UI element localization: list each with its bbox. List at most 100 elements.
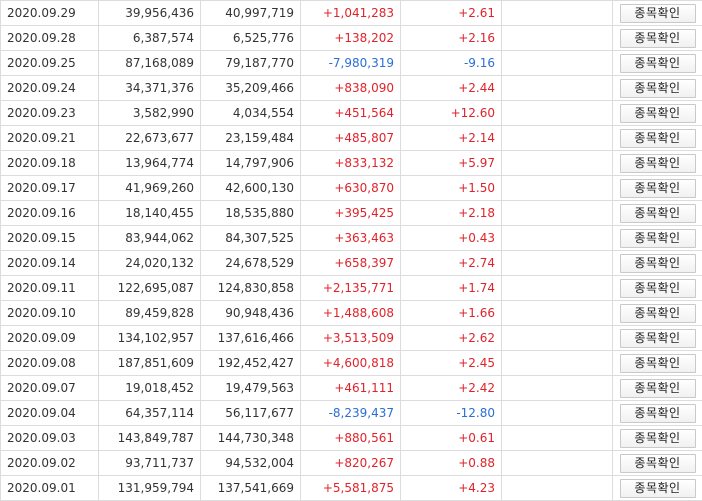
check-stock-button[interactable]: 종목확인 xyxy=(619,228,696,248)
change-cell: +363,463 xyxy=(300,225,401,251)
check-stock-button[interactable]: 종목확인 xyxy=(619,78,696,98)
check-stock-button[interactable]: 종목확인 xyxy=(619,403,696,423)
table-row: 2020.09.10 89,459,828 90,948,436 +1,488,608… xyxy=(0,300,702,326)
table-row: 2020.09.08 187,851,609 192,452,427 +4,600,8… xyxy=(0,350,702,376)
check-stock-button[interactable]: 종목확인 xyxy=(619,378,696,398)
check-stock-button[interactable]: 종목확인 xyxy=(619,328,696,348)
value2-cell: 90,948,436 xyxy=(200,300,301,326)
date-cell: 2020.09.15 xyxy=(0,225,99,251)
rate-cell: +2.74 xyxy=(400,250,502,276)
check-stock-button[interactable]: 종목확인 xyxy=(619,103,696,123)
value2-cell: 137,616,466 xyxy=(200,325,301,351)
value1-cell: 64,357,114 xyxy=(98,400,201,426)
table-row: 2020.09.03 143,849,787 144,730,348 +880,561… xyxy=(0,425,702,451)
value1-cell: 18,140,455 xyxy=(98,200,201,226)
table-row: 2020.09.14 24,020,132 24,678,529 +658,397 +2… xyxy=(0,250,702,276)
action-cell: 종목확인 xyxy=(612,425,702,451)
table-row: 2020.09.09 134,102,957 137,616,466 +3,513,5… xyxy=(0,325,702,351)
rate-cell: +4.23 xyxy=(400,475,502,501)
action-cell: 종목확인 xyxy=(612,300,702,326)
value1-cell: 41,969,260 xyxy=(98,175,201,201)
date-cell: 2020.09.21 xyxy=(0,125,99,151)
empty-cell xyxy=(501,25,613,51)
value1-cell: 39,956,436 xyxy=(98,0,201,26)
change-cell: +2,135,771 xyxy=(300,275,401,301)
value1-cell: 89,459,828 xyxy=(98,300,201,326)
empty-cell xyxy=(501,400,613,426)
rate-cell: -9.16 xyxy=(400,50,502,76)
value1-cell: 83,944,062 xyxy=(98,225,201,251)
rate-cell: +5.97 xyxy=(400,150,502,176)
action-cell: 종목확인 xyxy=(612,25,702,51)
value2-cell: 24,678,529 xyxy=(200,250,301,276)
date-cell: 2020.09.10 xyxy=(0,300,99,326)
check-stock-button[interactable]: 종목확인 xyxy=(619,453,696,473)
check-stock-button[interactable]: 종목확인 xyxy=(619,303,696,323)
check-stock-button[interactable]: 종목확인 xyxy=(619,203,696,223)
value1-cell: 134,102,957 xyxy=(98,325,201,351)
check-stock-button[interactable]: 종목확인 xyxy=(619,28,696,48)
action-cell: 종목확인 xyxy=(612,475,702,501)
date-cell: 2020.09.02 xyxy=(0,450,99,476)
table-row: 2020.09.17 41,969,260 42,600,130 +630,870 +1… xyxy=(0,175,702,201)
value1-cell: 13,964,774 xyxy=(98,150,201,176)
value1-cell: 19,018,452 xyxy=(98,375,201,401)
action-cell: 종목확인 xyxy=(612,400,702,426)
empty-cell xyxy=(501,200,613,226)
change-cell: +838,090 xyxy=(300,75,401,101)
value1-cell: 87,168,089 xyxy=(98,50,201,76)
empty-cell xyxy=(501,150,613,176)
value2-cell: 6,525,776 xyxy=(200,25,301,51)
check-stock-button[interactable]: 종목확인 xyxy=(619,253,696,273)
empty-cell xyxy=(501,225,613,251)
check-stock-button[interactable]: 종목확인 xyxy=(619,153,696,173)
date-cell: 2020.09.18 xyxy=(0,150,99,176)
value2-cell: 144,730,348 xyxy=(200,425,301,451)
change-cell: +461,111 xyxy=(300,375,401,401)
change-cell: +4,600,818 xyxy=(300,350,401,376)
check-stock-button[interactable]: 종목확인 xyxy=(619,53,696,73)
check-stock-button[interactable]: 종목확인 xyxy=(619,353,696,373)
value1-cell: 6,387,574 xyxy=(98,25,201,51)
value1-cell: 22,673,677 xyxy=(98,125,201,151)
action-cell: 종목확인 xyxy=(612,275,702,301)
date-cell: 2020.09.23 xyxy=(0,100,99,126)
change-cell: -8,239,437 xyxy=(300,400,401,426)
value2-cell: 192,452,427 xyxy=(200,350,301,376)
empty-cell xyxy=(501,375,613,401)
value1-cell: 93,711,737 xyxy=(98,450,201,476)
value2-cell: 79,187,770 xyxy=(200,50,301,76)
empty-cell xyxy=(501,175,613,201)
empty-cell xyxy=(501,300,613,326)
empty-cell xyxy=(501,100,613,126)
value2-cell: 137,541,669 xyxy=(200,475,301,501)
check-stock-button[interactable]: 종목확인 xyxy=(619,3,696,23)
date-cell: 2020.09.16 xyxy=(0,200,99,226)
date-cell: 2020.09.28 xyxy=(0,25,99,51)
table-body: 2020.09.29 39,956,436 40,997,719 +1,041,283… xyxy=(0,0,702,501)
action-cell: 종목확인 xyxy=(612,375,702,401)
date-cell: 2020.09.29 xyxy=(0,0,99,26)
date-cell: 2020.09.03 xyxy=(0,425,99,451)
rate-cell: +0.43 xyxy=(400,225,502,251)
table-row: 2020.09.25 87,168,089 79,187,770 -7,980,319… xyxy=(0,50,702,76)
value2-cell: 14,797,906 xyxy=(200,150,301,176)
change-cell: +138,202 xyxy=(300,25,401,51)
value1-cell: 143,849,787 xyxy=(98,425,201,451)
table-row: 2020.09.29 39,956,436 40,997,719 +1,041,283… xyxy=(0,0,702,26)
action-cell: 종목확인 xyxy=(612,350,702,376)
date-cell: 2020.09.09 xyxy=(0,325,99,351)
check-stock-button[interactable]: 종목확인 xyxy=(619,128,696,148)
value2-cell: 4,034,554 xyxy=(200,100,301,126)
rate-cell: +2.62 xyxy=(400,325,502,351)
check-stock-button[interactable]: 종목확인 xyxy=(619,478,696,498)
empty-cell xyxy=(501,425,613,451)
value1-cell: 131,959,794 xyxy=(98,475,201,501)
check-stock-button[interactable]: 종목확인 xyxy=(619,428,696,448)
check-stock-button[interactable]: 종목확인 xyxy=(619,178,696,198)
value2-cell: 94,532,004 xyxy=(200,450,301,476)
change-cell: +833,132 xyxy=(300,150,401,176)
rate-cell: +2.16 xyxy=(400,25,502,51)
action-cell: 종목확인 xyxy=(612,100,702,126)
check-stock-button[interactable]: 종목확인 xyxy=(619,278,696,298)
